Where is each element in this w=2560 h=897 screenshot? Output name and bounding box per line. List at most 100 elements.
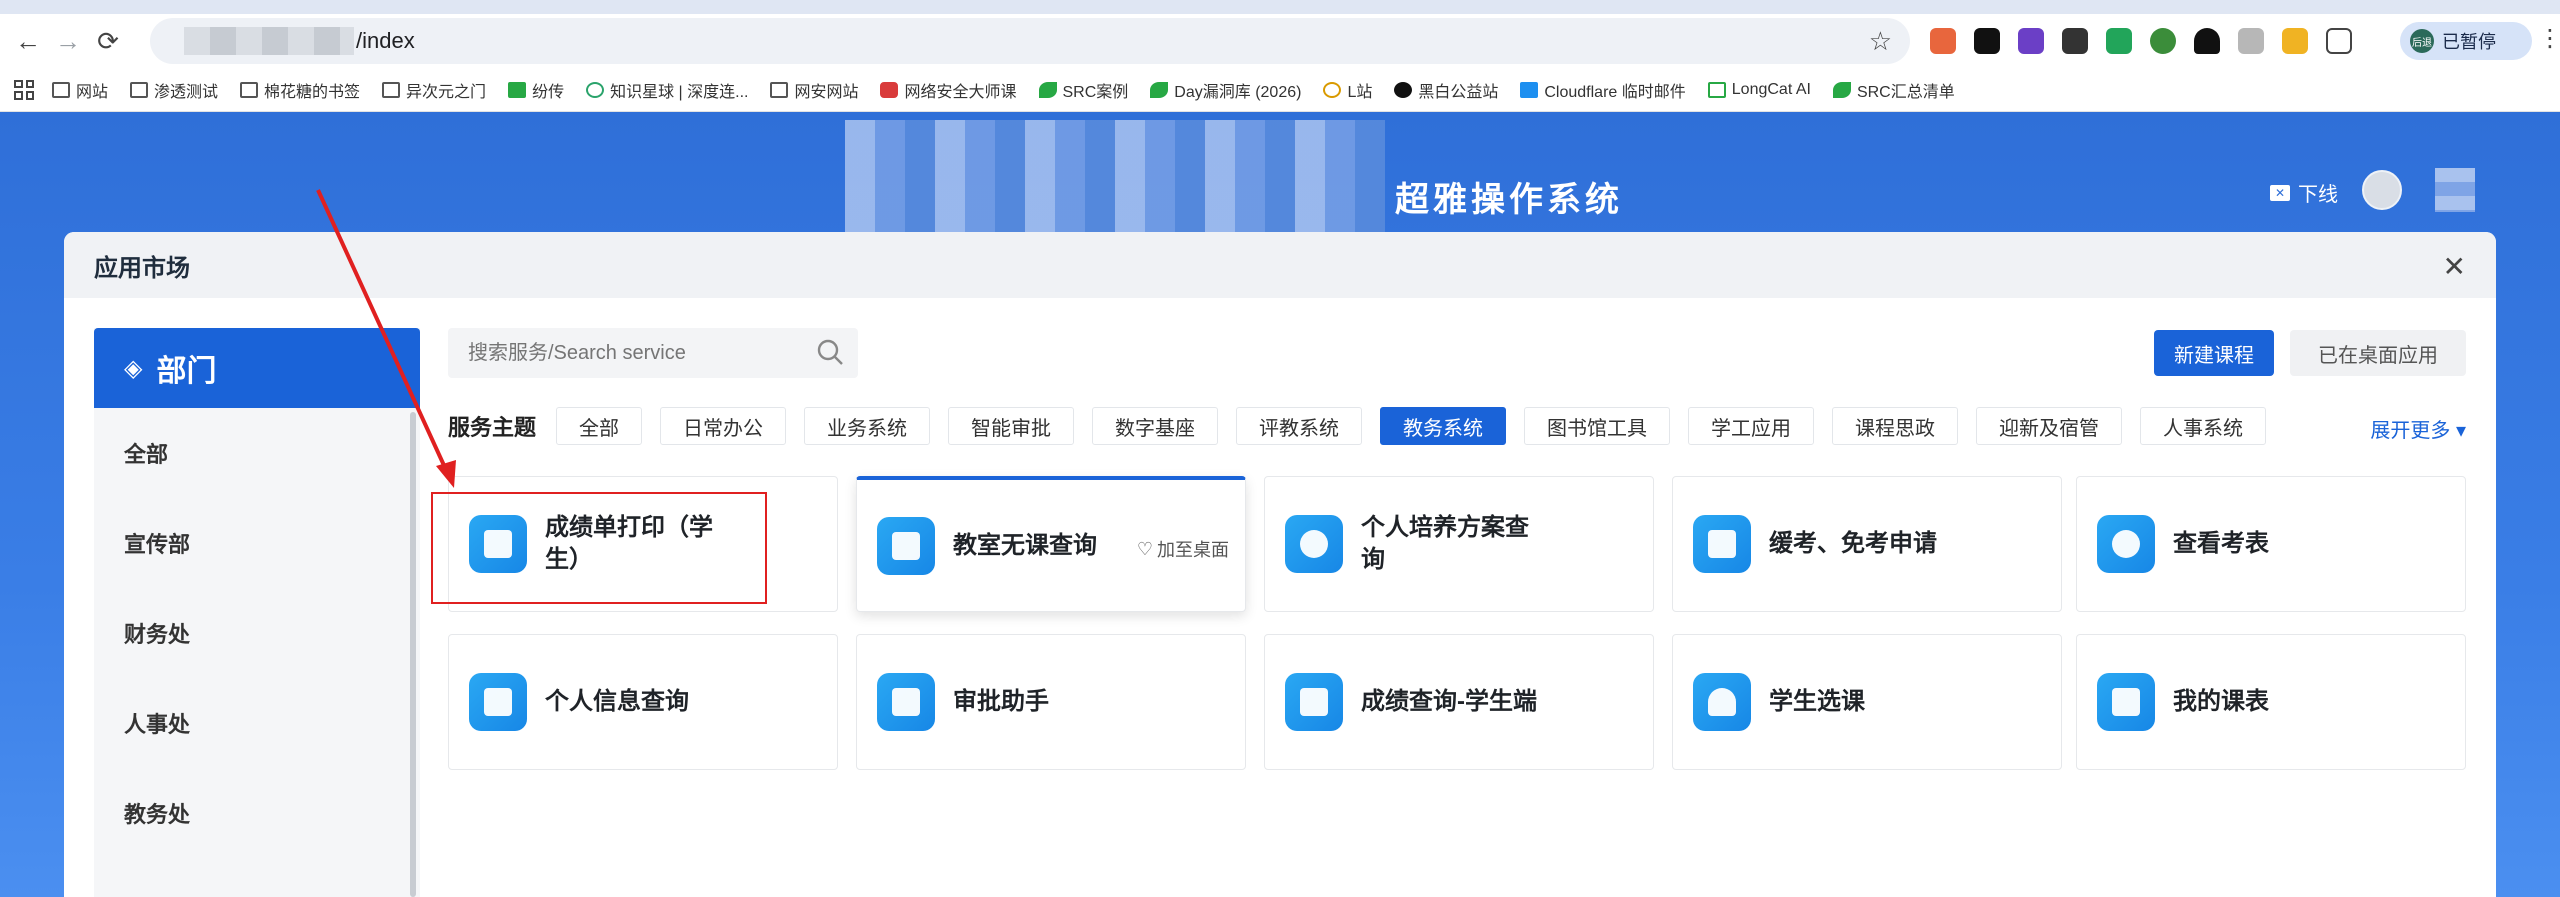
app-card[interactable]: 个人培养方案查询 xyxy=(1264,476,1654,612)
sidebar-header: ◈ 部门 xyxy=(94,328,420,408)
bookmark-item[interactable]: 纷传 xyxy=(508,78,564,102)
filter-tag[interactable]: 智能审批 xyxy=(948,407,1075,445)
kebab-menu-icon[interactable]: ⋮ xyxy=(2538,24,2560,53)
filter-tag[interactable]: 图书馆工具 xyxy=(1524,407,1671,445)
search-box xyxy=(448,328,858,378)
sidebar-item-hr[interactable]: 人事处 xyxy=(94,678,420,768)
bookmark-item[interactable]: 黑白公益站 xyxy=(1394,78,1498,102)
app-card[interactable]: 教室无课查询 ♡ 加至桌面 xyxy=(856,476,1246,612)
bookmark-item[interactable]: 棉花糖的书签 xyxy=(240,78,360,102)
app-card-title: 教室无课查询 xyxy=(953,531,1097,559)
app-card[interactable]: 审批助手 xyxy=(856,634,1246,770)
monitor-icon xyxy=(877,673,935,731)
sidebar-item-finance[interactable]: 财务处 xyxy=(94,588,420,678)
redacted-username xyxy=(2435,168,2475,212)
form-icon xyxy=(1693,515,1751,573)
system-title: 超雅操作系统 xyxy=(1395,181,1623,219)
theme-filter-row: 服务主题 全部 日常办公 业务系统 智能审批 数字基座 评教系统 教务系统 图书… xyxy=(448,406,2466,446)
new-course-button[interactable]: 新建课程 xyxy=(2154,330,2274,376)
extension-icon[interactable] xyxy=(2150,28,2176,54)
extension-icon[interactable] xyxy=(2106,28,2132,54)
extension-icon[interactable] xyxy=(2282,28,2308,54)
forward-arrow-icon[interactable]: → xyxy=(48,21,88,61)
bookmark-item[interactable]: 网络安全大师课 xyxy=(880,78,1017,102)
leaf-icon xyxy=(1150,81,1169,98)
logout-label: 下线 xyxy=(2298,184,2338,206)
leaf-icon xyxy=(1038,81,1057,98)
search-input[interactable] xyxy=(468,341,808,365)
add-to-desktop-button[interactable]: ♡ 加至桌面 xyxy=(1137,536,1229,562)
bookmark-item[interactable]: L站 xyxy=(1323,78,1372,102)
apps-grid-icon[interactable] xyxy=(14,79,34,100)
caret-down-icon: ▾ xyxy=(2455,420,2466,442)
extension-icon[interactable] xyxy=(1974,28,2000,54)
bookmark-star-icon[interactable]: ☆ xyxy=(1869,26,1892,57)
filter-tag[interactable]: 全部 xyxy=(556,407,643,445)
filter-tag[interactable]: 评教系统 xyxy=(1236,407,1363,445)
circle-icon xyxy=(586,81,605,98)
people-icon xyxy=(2097,515,2155,573)
extensions-bar xyxy=(1930,14,2352,68)
extension-icon[interactable] xyxy=(2194,28,2220,54)
paused-label: 已暂停 xyxy=(2442,32,2496,52)
expand-more-link[interactable]: 展开更多 ▾ xyxy=(2370,414,2466,443)
sidebar-item-all[interactable]: 全部 xyxy=(94,408,420,498)
filter-tag[interactable]: 数字基座 xyxy=(1092,407,1219,445)
extension-icon[interactable] xyxy=(2238,28,2264,54)
presentation-icon xyxy=(1285,673,1343,731)
folder-icon xyxy=(52,81,70,98)
black-circle-icon xyxy=(1394,81,1413,98)
app-card[interactable]: 成绩查询-学生端 xyxy=(1264,634,1654,770)
bookmark-item[interactable]: Day漏洞库 (2026) xyxy=(1150,78,1301,102)
bookmark-item[interactable]: 网站 xyxy=(52,78,108,102)
sidebar-item-publicity[interactable]: 宣传部 xyxy=(94,498,420,588)
bookmark-item[interactable]: SRC汇总清单 xyxy=(1832,78,1955,102)
bookmark-item[interactable]: 异次元之门 xyxy=(382,78,486,102)
layers-icon: ◈ xyxy=(124,354,143,382)
puzzle-icon[interactable] xyxy=(2326,28,2352,54)
filter-tag[interactable]: 迎新及宿管 xyxy=(1976,407,2123,445)
search-icon[interactable] xyxy=(816,338,844,366)
folder-icon xyxy=(770,81,789,98)
extension-icon[interactable] xyxy=(1930,28,1956,54)
filter-tag[interactable]: 课程思政 xyxy=(1832,407,1959,445)
app-card-title: 成绩查询-学生端 xyxy=(1361,688,1537,715)
address-bar[interactable]: /index ☆ xyxy=(150,18,1910,64)
extension-icon[interactable] xyxy=(2018,28,2044,54)
filter-tag[interactable]: 学工应用 xyxy=(1688,407,1815,445)
bookmark-item[interactable]: 网安网站 xyxy=(770,78,858,102)
user-avatar[interactable] xyxy=(2362,170,2402,210)
app-card-title: 个人培养方案查询 xyxy=(1361,514,1529,573)
back-arrow-icon[interactable]: ← xyxy=(8,21,48,61)
reload-icon[interactable]: ⟳ xyxy=(88,21,128,61)
heart-icon: ♡ xyxy=(1136,538,1153,559)
extension-icon[interactable] xyxy=(2062,28,2088,54)
profile-paused-chip[interactable]: 后退 已暂停 xyxy=(2400,22,2532,60)
url-text: /index xyxy=(356,28,415,53)
app-card-title: 我的课表 xyxy=(2173,688,2269,715)
filter-tag[interactable]: 日常办公 xyxy=(660,407,787,445)
app-card[interactable]: 个人信息查询 xyxy=(448,634,838,770)
on-desktop-button[interactable]: 已在桌面应用 xyxy=(2290,330,2466,376)
bookmark-item[interactable]: LongCat AI xyxy=(1707,81,1811,99)
filter-label: 服务主题 xyxy=(448,415,537,440)
app-card[interactable]: 缓考、免考申请 xyxy=(1672,476,2062,612)
sidebar-scrollbar[interactable] xyxy=(410,412,416,897)
app-card-title: 审批助手 xyxy=(953,688,1049,715)
sidebar-item-academic[interactable]: 教务处 xyxy=(94,768,420,858)
bookmark-item[interactable]: SRC案例 xyxy=(1038,78,1128,102)
filter-tag[interactable]: 业务系统 xyxy=(804,407,931,445)
app-card[interactable]: 学生选课 xyxy=(1672,634,2062,770)
app-card[interactable]: 查看考表 xyxy=(2076,476,2466,612)
app-card[interactable]: 我的课表 xyxy=(2076,634,2466,770)
modal-header: 应用市场 ✕ xyxy=(64,232,2496,298)
modal-title: 应用市场 xyxy=(94,254,190,282)
bookmark-item[interactable]: Cloudflare 临时邮件 xyxy=(1520,78,1686,102)
logout-button[interactable]: ✕ 下线 xyxy=(2270,178,2338,207)
filter-tag-active[interactable]: 教务系统 xyxy=(1380,407,1507,445)
filter-tag[interactable]: 人事系统 xyxy=(2140,407,2267,445)
bookmark-item[interactable]: 渗透测试 xyxy=(130,78,218,102)
app-list-area: 新建课程 已在桌面应用 服务主题 全部 日常办公 业务系统 智能审批 数字基座 … xyxy=(448,328,2466,897)
bookmark-item[interactable]: 知识星球 | 深度连... xyxy=(586,78,748,102)
close-icon[interactable]: ✕ xyxy=(2443,250,2466,283)
